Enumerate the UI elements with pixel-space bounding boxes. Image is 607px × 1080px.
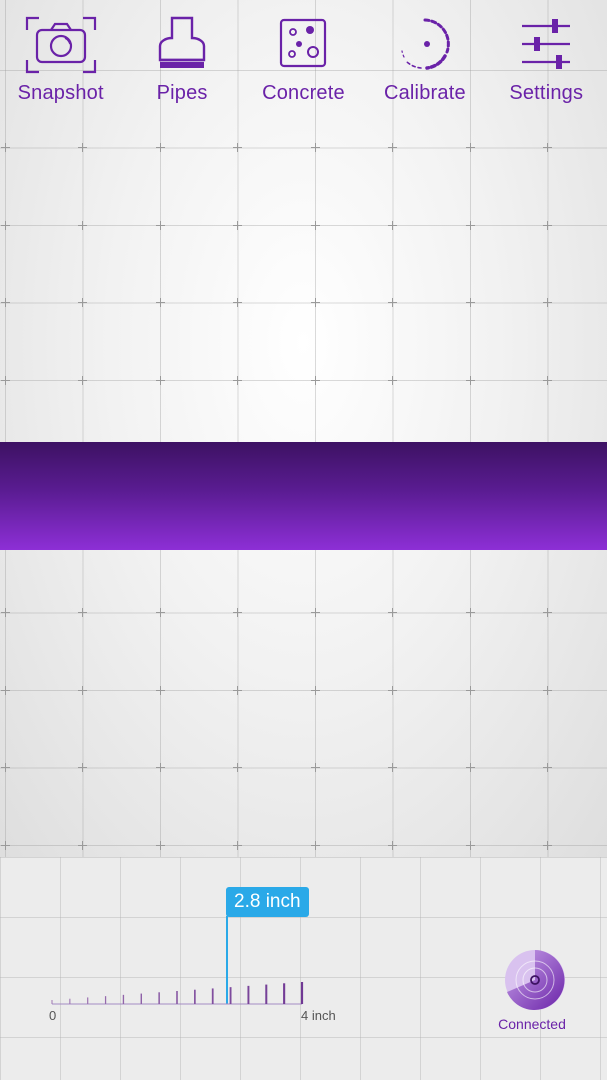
grid-marker <box>1 376 10 385</box>
grid-marker <box>233 298 242 307</box>
grid-marker <box>1 763 10 772</box>
grid-marker <box>466 376 475 385</box>
sliders-icon <box>522 19 571 69</box>
scan-grid <box>0 0 607 857</box>
snapshot-label: Snapshot <box>17 82 104 104</box>
grid-marker <box>543 143 552 152</box>
grid-marker <box>311 763 320 772</box>
grid-marker <box>1 841 10 850</box>
grid-marker <box>388 221 397 230</box>
grid-marker <box>543 686 552 695</box>
grid-marker <box>156 841 165 850</box>
grid-marker <box>78 221 87 230</box>
grid-marker <box>543 221 552 230</box>
grid-marker <box>311 686 320 695</box>
connection-icon <box>505 950 565 1010</box>
concrete-button[interactable]: Concrete <box>248 10 358 105</box>
grid-marker <box>233 221 242 230</box>
grid-marker <box>388 143 397 152</box>
grid-marker <box>1 686 10 695</box>
grid-marker <box>311 298 320 307</box>
depth-readout: 2.8 inch <box>226 887 309 917</box>
grid-marker <box>156 221 165 230</box>
grid-marker <box>311 608 320 617</box>
settings-label: Settings <box>509 82 584 104</box>
grid-marker <box>156 376 165 385</box>
grid-marker <box>78 686 87 695</box>
grid-marker <box>543 298 552 307</box>
grid-marker <box>156 763 165 772</box>
grid-marker <box>388 686 397 695</box>
grid-marker <box>1 143 10 152</box>
pipe-icon <box>158 16 206 68</box>
grid-marker <box>156 143 165 152</box>
top-toolbar: Snapshot Pipes Concrete Calibrate Settin… <box>0 10 607 120</box>
grid-marker <box>78 376 87 385</box>
grid-marker <box>156 608 165 617</box>
grid-marker <box>156 298 165 307</box>
grid-marker <box>466 686 475 695</box>
grid-marker <box>233 376 242 385</box>
snapshot-button[interactable]: Snapshot <box>6 10 116 105</box>
grid-marker <box>78 143 87 152</box>
grid-marker <box>466 608 475 617</box>
scan-view <box>0 0 607 857</box>
grid-marker <box>466 763 475 772</box>
calibrate-label: Calibrate <box>383 82 466 104</box>
connection-status[interactable]: Connected <box>490 944 574 1032</box>
grid-marker <box>543 841 552 850</box>
grid-marker <box>233 608 242 617</box>
grid-marker <box>466 841 475 850</box>
depth-ruler <box>51 982 304 1005</box>
grid-marker <box>543 763 552 772</box>
grid-marker <box>1 298 10 307</box>
grid-marker <box>466 143 475 152</box>
grid-marker <box>78 763 87 772</box>
concrete-icon <box>280 18 327 68</box>
grid-marker <box>388 298 397 307</box>
grid-marker <box>311 143 320 152</box>
concrete-label: Concrete <box>262 82 345 104</box>
grid-marker <box>233 763 242 772</box>
pipes-label: Pipes <box>156 82 208 104</box>
grid-marker <box>311 221 320 230</box>
ruler-min-label: 0 <box>49 1008 57 1023</box>
grid-marker <box>466 221 475 230</box>
calibrate-button[interactable]: Calibrate <box>370 10 480 105</box>
grid-marker <box>543 376 552 385</box>
settings-button[interactable]: Settings <box>491 10 601 105</box>
grid-marker <box>388 763 397 772</box>
grid-marker <box>466 298 475 307</box>
connection-status-label: Connected <box>498 1016 566 1032</box>
pipes-button[interactable]: Pipes <box>127 10 237 105</box>
grid-marker <box>78 298 87 307</box>
camera-icon <box>25 16 96 74</box>
grid-marker <box>543 608 552 617</box>
grid-marker <box>388 841 397 850</box>
grid-marker <box>388 376 397 385</box>
grid-marker <box>311 376 320 385</box>
grid-marker <box>1 608 10 617</box>
grid-marker <box>233 143 242 152</box>
grid-marker <box>388 608 397 617</box>
grid-marker <box>78 608 87 617</box>
grid-marker <box>311 841 320 850</box>
ruler-max-label: 4 inch <box>301 1008 336 1023</box>
grid-marker <box>233 686 242 695</box>
calibrate-icon <box>401 18 450 70</box>
grid-marker <box>78 841 87 850</box>
grid-marker <box>156 686 165 695</box>
detected-object-band <box>0 442 607 550</box>
grid-marker <box>233 841 242 850</box>
grid-marker <box>1 221 10 230</box>
